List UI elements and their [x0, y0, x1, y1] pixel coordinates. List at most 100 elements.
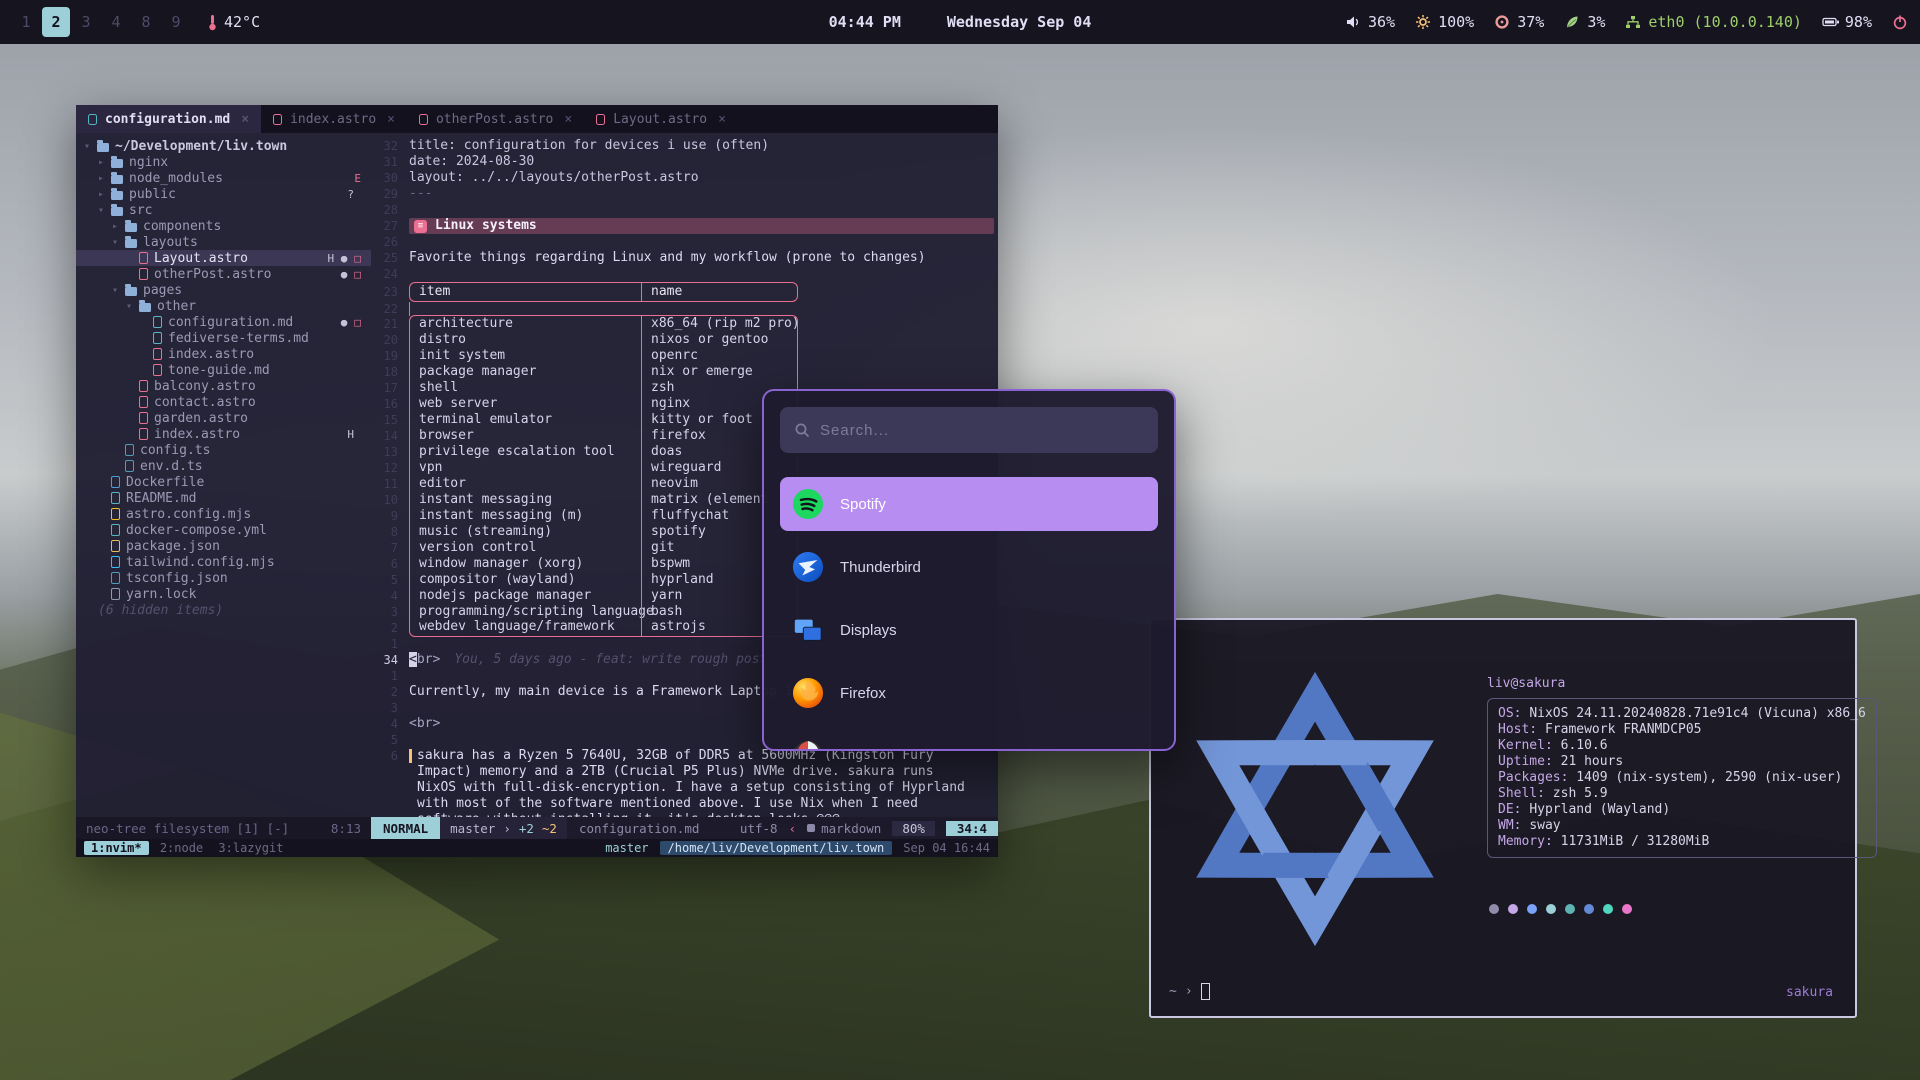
close-icon[interactable]: × — [241, 112, 249, 127]
file-tree-item[interactable]: ▸ node_modules E — [76, 170, 371, 186]
git-badge: ? — [347, 188, 354, 201]
file-tree-item[interactable]: garden.astro — [76, 410, 371, 426]
file-tree-item[interactable]: fediverse-terms.md — [76, 330, 371, 346]
file-tree-item[interactable]: tone-guide.md — [76, 362, 371, 378]
close-icon[interactable]: × — [718, 112, 726, 127]
line-number: 4 — [371, 588, 409, 604]
buffer-tab[interactable]: otherPost.astro × — [407, 105, 584, 133]
buffer-tab[interactable]: index.astro × — [261, 105, 407, 133]
launcher-item-displays[interactable]: Displays — [780, 603, 1158, 657]
temperature-module[interactable]: 42°C — [208, 13, 260, 31]
file-tree-item[interactable]: ▾ layouts — [76, 234, 371, 250]
file-tree-item[interactable]: Layout.astro H ● □ — [76, 250, 371, 266]
leaf-icon — [1564, 14, 1580, 30]
separator: ‹ — [789, 821, 797, 836]
clock-module[interactable]: 04:44 PM Wednesday Sep 04 — [829, 13, 1092, 31]
file-name: otherPost.astro — [154, 267, 271, 282]
file-tree-item[interactable]: docker-compose.yml — [76, 522, 371, 538]
search-input[interactable] — [820, 422, 1144, 439]
launcher-item-firefox[interactable]: Firefox — [780, 666, 1158, 720]
disk-module[interactable]: 37% — [1494, 13, 1544, 31]
file-name: public — [129, 187, 176, 202]
right-prompt-hostname: sakura — [1786, 985, 1833, 1000]
power-button[interactable] — [1892, 14, 1908, 30]
info-value: Framework FRANMDCP05 — [1545, 722, 1702, 737]
neo-tree-status: neo-tree filesystem [1] [-] 8:13 — [76, 817, 371, 839]
file-tree-item[interactable]: README.md — [76, 490, 371, 506]
file-tree-item[interactable]: yarn.lock — [76, 586, 371, 602]
file-name: layouts — [143, 235, 198, 250]
cpu-module[interactable]: 3% — [1564, 13, 1605, 31]
file-tree-item[interactable]: tailwind.config.mjs — [76, 554, 371, 570]
close-icon[interactable]: × — [387, 112, 395, 127]
buffer-tab[interactable]: Layout.astro × — [584, 105, 738, 133]
launcher-item-label: Spotify — [840, 496, 886, 513]
file-tree-item[interactable]: index.astro — [76, 346, 371, 362]
file-tree-item[interactable]: ▸ nginx — [76, 154, 371, 170]
battery-module[interactable]: 98% — [1822, 13, 1872, 31]
launcher-item-spotify[interactable]: Spotify — [780, 477, 1158, 531]
workspace-button[interactable]: 9 — [162, 7, 190, 37]
network-module[interactable]: eth0 (10.0.0.140) — [1625, 13, 1802, 31]
line-number: 13 — [371, 444, 409, 460]
line-number: 2 — [371, 620, 409, 636]
file-tree-item[interactable]: config.ts — [76, 442, 371, 458]
line-number: 30 — [371, 170, 409, 186]
buffer-tab[interactable]: configuration.md × — [76, 105, 261, 133]
file-tree-item[interactable]: contact.astro — [76, 394, 371, 410]
shell-prompt[interactable]: ~ › — [1169, 983, 1210, 1000]
file-tree-item[interactable]: configuration.md ● □ — [76, 314, 371, 330]
line-text: <br>You, 5 days ago - feat: write rough … — [409, 652, 791, 668]
file-tree-item[interactable]: ▾ src — [76, 202, 371, 218]
file-tree-item[interactable]: package.json — [76, 538, 371, 554]
file-tree-item[interactable]: ▾ pages — [76, 282, 371, 298]
file-tree-item[interactable]: env.d.ts — [76, 458, 371, 474]
file-name: index.astro — [154, 427, 240, 442]
tmux-window[interactable]: 1:nvim* — [84, 841, 149, 855]
launcher-item-thunderbird[interactable]: Thunderbird — [780, 540, 1158, 594]
workspace-button[interactable]: 3 — [72, 7, 100, 37]
workspace-button[interactable]: 4 — [102, 7, 130, 37]
table-row-cells: init system openrc — [409, 348, 798, 364]
file-tree-item[interactable]: ▸ public ? — [76, 186, 371, 202]
volume-module[interactable]: 36% — [1345, 13, 1395, 31]
system-info-line: DE: Hyprland (Wayland) — [1498, 802, 1866, 818]
file-tree-item[interactable]: ▾ ~/Development/liv.town — [76, 138, 371, 154]
file-tree-item[interactable]: otherPost.astro ● □ — [76, 266, 371, 282]
workspace-button[interactable]: 8 — [132, 7, 160, 37]
file-tree-item[interactable]: (6 hidden items) — [76, 602, 371, 618]
file-badges: ? — [347, 188, 361, 201]
table-cell-item: window manager (xorg) — [409, 556, 641, 572]
file-name: balcony.astro — [154, 379, 256, 394]
file-tree-item[interactable]: index.astro H — [76, 426, 371, 442]
info-label: WM: — [1498, 818, 1521, 833]
filetype-label: markdown — [821, 821, 881, 836]
launcher-item-darktable[interactable]: Darktable Photo Workflow Software — [780, 729, 1158, 751]
info-value: 6.10.6 — [1561, 738, 1608, 753]
file-tree-item[interactable]: astro.config.mjs — [76, 506, 371, 522]
table-cell-name: openrc — [641, 348, 798, 364]
chevron-icon: ▸ — [98, 157, 111, 168]
file-tree-item[interactable]: Dockerfile — [76, 474, 371, 490]
line-number: 19 — [371, 348, 409, 364]
info-label: DE: — [1498, 802, 1521, 817]
file-tree-item[interactable]: ▸ components — [76, 218, 371, 234]
file-tree-item[interactable]: ▾ other — [76, 298, 371, 314]
git-badge: H ● — [328, 252, 348, 265]
fastfetch-terminal[interactable]: liv@sakura OS: NixOS 24.11.20240828.71e9… — [1149, 618, 1857, 1018]
file-tree-item[interactable]: balcony.astro — [76, 378, 371, 394]
info-value: 21 hours — [1561, 754, 1624, 769]
file-tree-item[interactable]: tsconfig.json — [76, 570, 371, 586]
chevron-icon: ▾ — [126, 301, 139, 312]
file-name: yarn.lock — [126, 587, 196, 602]
tmux-statusbar: 1:nvim* 2:node 3:lazygit master /home/li… — [76, 839, 998, 857]
workspace-button[interactable]: 2 — [42, 7, 70, 37]
brightness-module[interactable]: 100% — [1415, 13, 1474, 31]
system-info-line: Host: Framework FRANMDCP05 — [1498, 722, 1866, 738]
user-host: liv@sakura — [1487, 676, 1877, 691]
close-icon[interactable]: × — [564, 112, 572, 127]
workspace-button[interactable]: 1 — [12, 7, 40, 37]
tmux-window[interactable]: 2:node — [156, 841, 207, 855]
tmux-window[interactable]: 3:lazygit — [214, 841, 287, 855]
line-number-current: 34 — [371, 652, 409, 668]
